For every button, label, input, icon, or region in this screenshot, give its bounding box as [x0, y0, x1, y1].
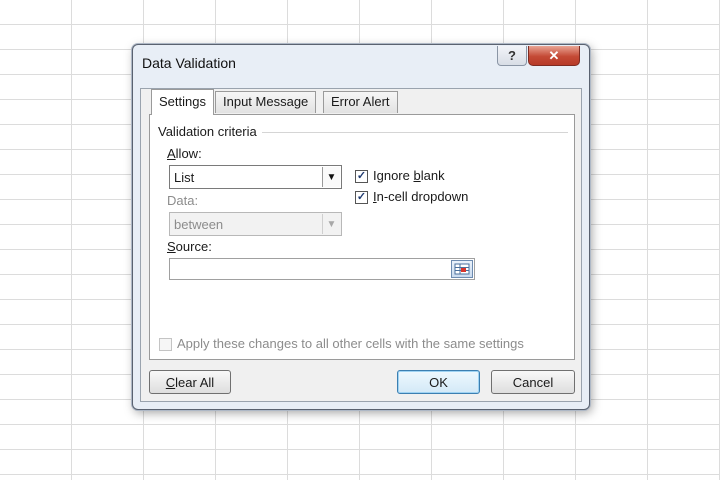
source-label: Source:	[167, 239, 212, 254]
data-label: Data:	[167, 193, 199, 208]
settings-panel: Validation criteria Allow: List ▼ Data: …	[149, 114, 575, 360]
close-button[interactable]: ✕	[528, 46, 580, 66]
dialog-body: Settings Input Message Error Alert Valid…	[140, 88, 582, 402]
apply-all-label: Apply these changes to all other cells w…	[177, 336, 524, 351]
ignore-blank-checkbox[interactable]: ✓	[355, 170, 368, 183]
dialog-title: Data Validation	[142, 55, 236, 71]
source-input[interactable]	[169, 258, 475, 280]
apply-all-checkbox[interactable]	[159, 338, 172, 351]
tab-settings[interactable]: Settings	[151, 89, 214, 115]
cancel-button[interactable]: Cancel	[491, 370, 575, 394]
ignore-blank-label: Ignore blank	[373, 168, 445, 183]
allow-select-value: List	[174, 170, 195, 185]
ok-button[interactable]: OK	[397, 370, 480, 394]
range-selector-button[interactable]	[451, 260, 473, 278]
in-cell-dropdown-label: In-cell dropdown	[373, 189, 469, 204]
data-select-value: between	[174, 217, 224, 232]
range-selector-icon	[454, 263, 470, 275]
data-validation-dialog: Data Validation ? ✕ Settings Input Messa…	[132, 44, 590, 410]
allow-label: Allow:	[167, 146, 202, 161]
clear-all-button[interactable]: Clear All	[149, 370, 231, 394]
chevron-down-icon: ▼	[322, 214, 340, 234]
in-cell-dropdown-checkbox[interactable]: ✓	[355, 191, 368, 204]
validation-criteria-label: Validation criteria	[158, 124, 257, 139]
data-select[interactable]: between ▼	[169, 212, 342, 236]
allow-select[interactable]: List ▼	[169, 165, 342, 189]
group-divider	[262, 132, 568, 133]
close-icon: ✕	[548, 47, 560, 63]
tab-error-alert[interactable]: Error Alert	[323, 91, 398, 113]
help-button[interactable]: ?	[497, 46, 527, 66]
chevron-down-icon[interactable]: ▼	[322, 167, 340, 187]
tab-input-message[interactable]: Input Message	[215, 91, 317, 113]
